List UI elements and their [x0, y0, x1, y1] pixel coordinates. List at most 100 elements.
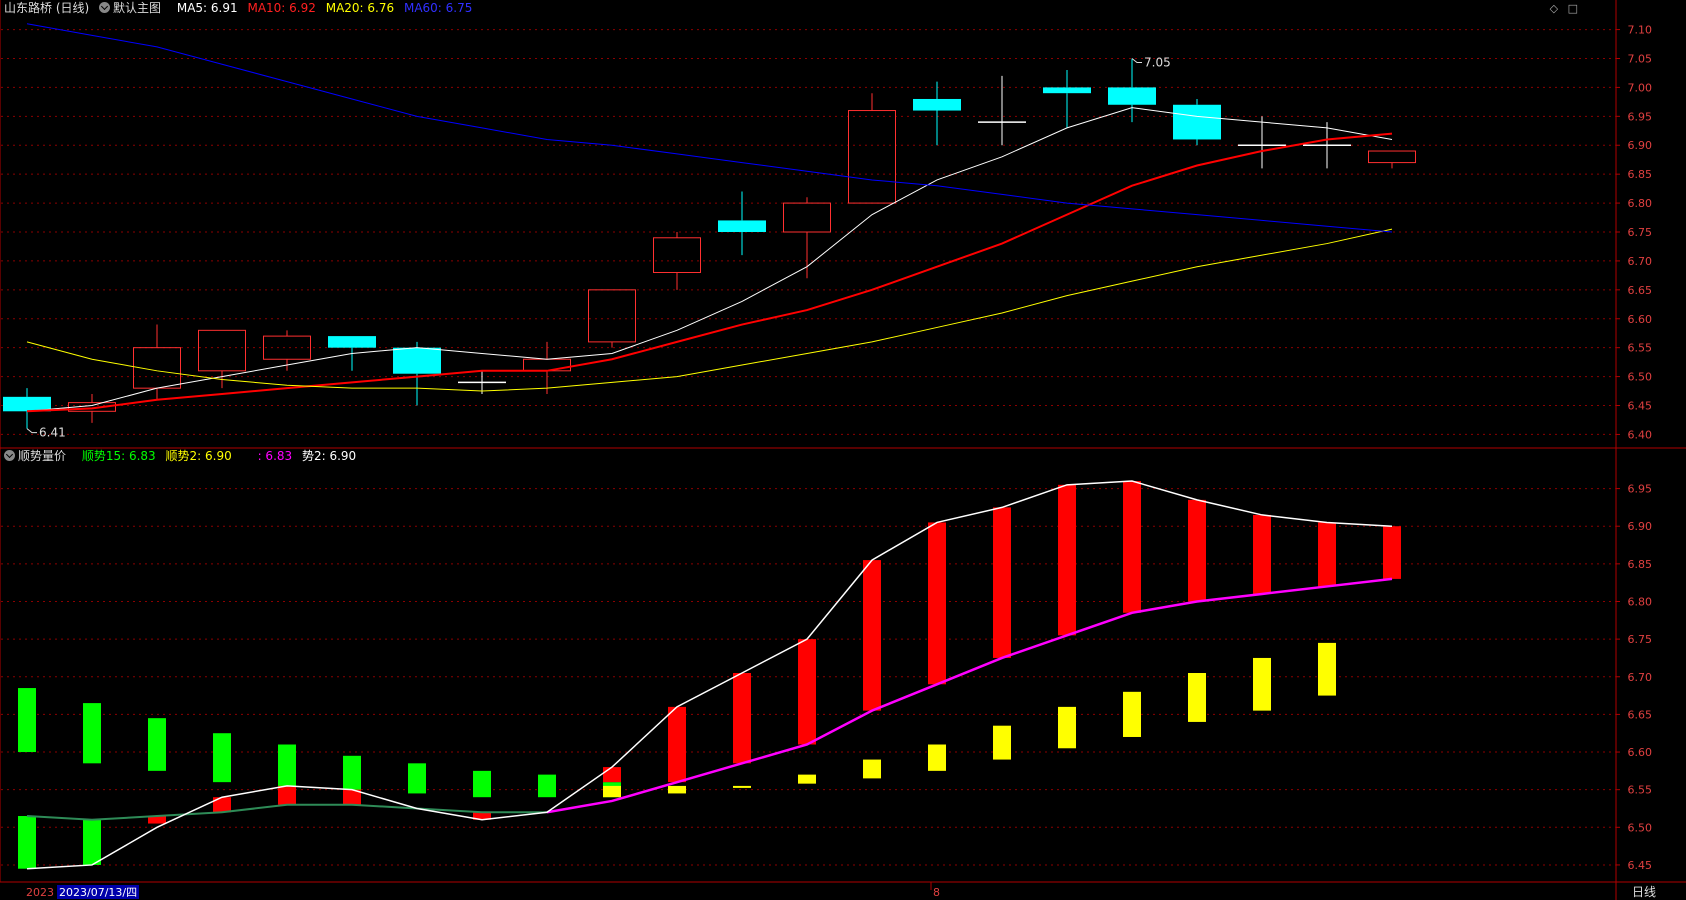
ma60-value: MA60: 6.75	[403, 1, 473, 15]
y-tick-label: 6.85	[1628, 558, 1653, 571]
red-bar	[863, 560, 881, 711]
y-tick-label: 6.90	[1628, 520, 1653, 533]
trend2-value: 顺势2: 6.90	[165, 449, 232, 463]
green-bar	[83, 703, 101, 764]
price-annotation: 6.41	[39, 426, 66, 440]
red-bar	[1188, 499, 1206, 602]
green-bar	[213, 733, 231, 783]
y-tick-label: 6.80	[1628, 595, 1653, 608]
period-label[interactable]: 日线	[1632, 885, 1656, 899]
candle-body	[653, 237, 701, 273]
yellow-bar	[1253, 657, 1271, 711]
y-tick-label: 6.60	[1628, 313, 1653, 326]
main-chart-header: 山东路桥 (日线) 默认主图 MA5: 6.91 MA10: 6.92 MA20…	[4, 0, 478, 16]
yellow-bar	[668, 785, 686, 794]
candle-body	[263, 335, 311, 360]
y-tick-label: 6.50	[1628, 821, 1653, 834]
red-bar	[1383, 526, 1401, 579]
red-bar	[1318, 522, 1336, 587]
yellow-bar	[928, 744, 946, 771]
extra2-value: 势2: 6.90	[301, 449, 357, 463]
yellow-bar	[603, 785, 621, 798]
red-bar	[603, 767, 621, 783]
candle-body	[718, 220, 766, 232]
green-bar	[278, 744, 296, 790]
y-tick-label: 6.55	[1628, 784, 1653, 797]
green-bar	[408, 763, 426, 794]
square-icon[interactable]: □	[1568, 2, 1578, 15]
green-bar	[18, 688, 36, 753]
y-tick-label: 6.50	[1628, 371, 1653, 384]
ma10-value: MA10: 6.92	[247, 1, 316, 15]
red-bar	[993, 507, 1011, 658]
green-bar	[343, 755, 361, 794]
y-tick-label: 6.65	[1628, 284, 1653, 297]
ma-line-ma5	[26, 107, 1393, 412]
candle-body	[3, 396, 51, 412]
y-tick-label: 6.65	[1628, 708, 1653, 721]
x-date-start: 2023	[26, 886, 54, 899]
y-tick-label: 6.70	[1628, 671, 1653, 684]
yellow-bar	[1188, 673, 1206, 722]
red-bar	[1253, 514, 1271, 594]
y-tick-label: 6.90	[1628, 139, 1653, 152]
red-bar	[668, 706, 686, 783]
red-bar	[278, 785, 296, 805]
ma-line-ma20	[26, 228, 1393, 392]
y-tick-label: 6.95	[1628, 110, 1653, 123]
yellow-bar	[1058, 706, 1076, 749]
yellow-bar	[798, 774, 816, 784]
candle-body	[198, 329, 246, 372]
template-label[interactable]: 默认主图	[113, 1, 161, 15]
y-tick-label: 6.80	[1628, 197, 1653, 210]
y-tick-label: 6.45	[1628, 400, 1653, 413]
green-bar	[83, 819, 101, 865]
y-tick-label: 7.05	[1628, 52, 1653, 65]
green-bar	[18, 816, 36, 869]
yellow-bar	[733, 785, 751, 788]
ma-line-ma10	[26, 132, 1393, 413]
trend15-value: 顺势15: 6.83	[81, 449, 156, 463]
green-bar	[473, 770, 491, 798]
y-tick-label: 6.45	[1628, 859, 1653, 872]
candle-body	[1173, 104, 1221, 140]
candle-body	[523, 358, 571, 372]
y-tick-label: 6.75	[1628, 226, 1653, 239]
chevron-down-icon[interactable]	[99, 2, 111, 13]
extra1-value: : 6.83	[257, 449, 293, 463]
template-dropdown[interactable]: 默认主图	[99, 1, 167, 15]
y-tick-label: 6.70	[1628, 255, 1653, 268]
red-bar	[1123, 481, 1141, 613]
green-bar	[538, 774, 556, 798]
candle-body	[913, 98, 961, 111]
ma5-value: MA5: 6.91	[176, 1, 238, 15]
y-tick-label: 6.40	[1628, 428, 1653, 441]
red-bar	[1058, 484, 1076, 636]
y-tick-label: 6.60	[1628, 746, 1653, 759]
stock-name[interactable]: 山东路桥 (日线)	[4, 1, 89, 15]
price-annotation: 7.05	[1144, 55, 1171, 69]
red-bar	[928, 522, 946, 685]
candle-body	[1043, 87, 1091, 94]
yellow-bar	[863, 759, 881, 779]
indicator-header: 顺势量价 顺势15: 6.83 顺势2: 6.90 : 6.83 势2: 6.9…	[4, 448, 362, 464]
yellow-bar	[1318, 642, 1336, 696]
diamond-icon[interactable]: ◇	[1550, 2, 1558, 15]
y-tick-label: 6.55	[1628, 342, 1653, 355]
candle-body	[588, 289, 636, 343]
yellow-bar	[1123, 691, 1141, 737]
green-bar	[148, 718, 166, 771]
y-tick-label: 6.75	[1628, 633, 1653, 646]
cursor-date: 2023/07/13/四	[59, 886, 137, 899]
red-bar	[733, 673, 751, 764]
candle-body	[783, 202, 831, 233]
indicator-dropdown[interactable]: 顺势量价	[4, 449, 72, 463]
annotation-arrow	[1131, 58, 1142, 63]
chevron-down-icon[interactable]	[4, 450, 15, 461]
ma20-value: MA20: 6.76	[325, 1, 395, 15]
yellow-bar	[993, 725, 1011, 760]
candle-body	[1368, 150, 1416, 164]
candle-body	[393, 347, 441, 374]
y-tick-label: 7.00	[1628, 81, 1653, 94]
indicator-name[interactable]: 顺势量价	[18, 449, 66, 463]
